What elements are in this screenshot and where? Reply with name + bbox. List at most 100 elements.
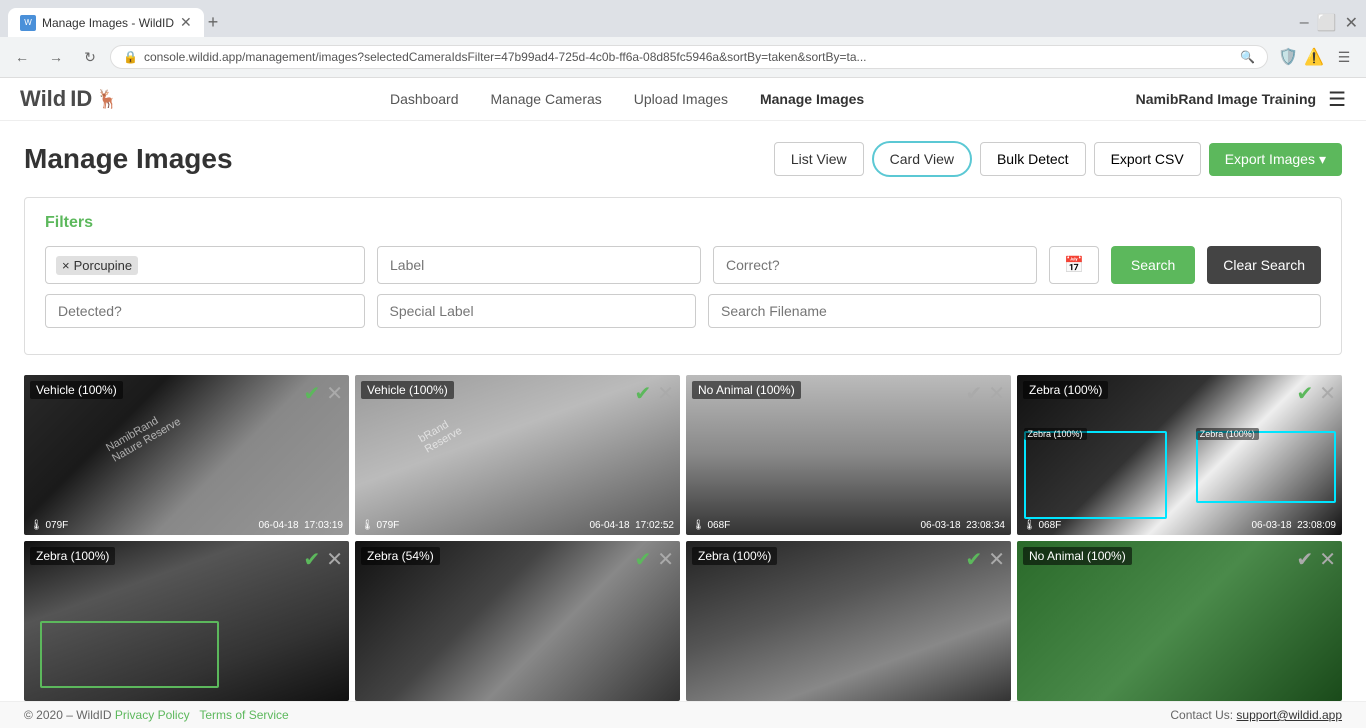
card-meta: 🌡 079F 06-04-18 17:03:19 (24, 520, 349, 531)
extension-icon-2: ⚠️ (1304, 47, 1324, 67)
export-csv-button[interactable]: Export CSV (1094, 142, 1201, 176)
maximize-button[interactable]: ⬜ (1317, 13, 1337, 33)
card-actions: ✔ ✕ (634, 381, 674, 406)
forward-button[interactable]: → (42, 43, 70, 71)
view-controls: List View Card View Bulk Detect Export C… (774, 141, 1342, 177)
copyright-text: © 2020 – WildID (24, 708, 112, 722)
confirm-icon[interactable]: ✔ (965, 381, 982, 406)
list-view-button[interactable]: List View (774, 142, 864, 176)
reject-icon[interactable]: ✕ (988, 381, 1005, 406)
terms-of-service-link[interactable]: Terms of Service (199, 708, 288, 722)
label-filter-input[interactable] (377, 246, 701, 284)
reject-icon[interactable]: ✕ (326, 547, 343, 572)
card-meta: 🌡 068F 06-03-18 23:08:09 (1017, 520, 1342, 531)
close-button[interactable]: ✕ (1345, 13, 1358, 33)
logo-icon: 🦌 (96, 89, 118, 110)
confirm-icon[interactable]: ✔ (303, 547, 320, 572)
image-card[interactable]: Zebra (54%) ✔ ✕ (355, 541, 680, 701)
logo[interactable]: WildID 🦌 (20, 86, 119, 112)
card-detection-label: No Animal (100%) (692, 381, 801, 399)
nav-dashboard[interactable]: Dashboard (390, 87, 459, 111)
image-card[interactable]: No Animal (100%) ✔ ✕ 🌡 068F 06-03-18 23:… (686, 375, 1011, 535)
card-actions: ✔ ✕ (634, 547, 674, 572)
back-button[interactable]: ← (8, 43, 36, 71)
org-name: NamibRand Image Training (1136, 91, 1316, 107)
date-filter-button[interactable]: 📅 (1049, 246, 1099, 284)
filters-title: Filters (45, 214, 1321, 232)
reject-icon[interactable]: ✕ (657, 547, 674, 572)
contact-label: Contact Us: (1170, 708, 1233, 722)
reject-icon[interactable]: ✕ (326, 381, 343, 406)
browser-chrome: W Manage Images - WildID ✕ + – ⬜ ✕ ← → ↻… (0, 0, 1366, 78)
export-images-button[interactable]: Export Images ▾ (1209, 143, 1342, 176)
reject-icon[interactable]: ✕ (1319, 547, 1336, 572)
confirm-icon[interactable]: ✔ (1296, 547, 1313, 572)
app-footer: © 2020 – WildID Privacy Policy Terms of … (0, 701, 1366, 728)
app-header: WildID 🦌 Dashboard Manage Cameras Upload… (0, 78, 1366, 121)
reject-icon[interactable]: ✕ (657, 381, 674, 406)
card-actions: ✔ ✕ (1296, 547, 1336, 572)
url-text: console.wildid.app/management/images?sel… (144, 50, 1234, 64)
clear-search-button[interactable]: Clear Search (1207, 246, 1321, 284)
card-detection-label: Zebra (100%) (1023, 381, 1108, 399)
contact-email[interactable]: support@wildid.app (1236, 708, 1342, 722)
nav-manage-images[interactable]: Manage Images (760, 87, 864, 111)
image-card[interactable]: Zebra (100%) ✔ ✕ (686, 541, 1011, 701)
header-right: NamibRand Image Training ☰ (1136, 87, 1346, 112)
card-datetime: 06-03-18 23:08:34 (920, 520, 1005, 531)
special-label-filter-input[interactable] (377, 294, 697, 328)
confirm-icon[interactable]: ✔ (634, 381, 651, 406)
card-actions: ✔ ✕ (1296, 381, 1336, 406)
card-view-button[interactable]: Card View (872, 141, 972, 177)
image-card[interactable]: No Animal (100%) ✔ ✕ (1017, 541, 1342, 701)
correct-filter-input[interactable] (713, 246, 1037, 284)
detected-filter-input[interactable] (45, 294, 365, 328)
tag-label: Porcupine (74, 258, 133, 273)
detection-box-2 (1196, 431, 1336, 503)
extension-icon: 🛡️ (1278, 47, 1298, 67)
logo-id: ID (70, 86, 92, 112)
card-datetime: 06-03-18 23:08:09 (1251, 520, 1336, 531)
image-card[interactable]: Zebra (100%) ✔ ✕ (24, 541, 349, 701)
privacy-policy-link[interactable]: Privacy Policy (115, 708, 190, 722)
card-actions: ✔ ✕ (965, 547, 1005, 572)
tab-close-button[interactable]: ✕ (180, 14, 192, 31)
species-filter-input[interactable]: × Porcupine (45, 246, 365, 284)
bulk-detect-button[interactable]: Bulk Detect (980, 142, 1086, 176)
detection-label-1: Zebra (100%) (1024, 428, 1087, 440)
detection-box (40, 621, 219, 688)
image-card[interactable]: Zebra (100%) ✔ ✕ Zebra (100%) Zebra (100… (1017, 375, 1342, 535)
address-bar[interactable]: 🔒 console.wildid.app/management/images?s… (110, 45, 1268, 69)
new-tab-button[interactable]: + (208, 12, 219, 33)
card-temp: 🌡 068F (1023, 520, 1061, 531)
image-watermark: NamibRandNature Reserve (104, 405, 183, 464)
nav-upload-images[interactable]: Upload Images (634, 87, 728, 111)
search-filename-filter-input[interactable] (708, 294, 1321, 328)
confirm-icon[interactable]: ✔ (1296, 381, 1313, 406)
reject-icon[interactable]: ✕ (988, 547, 1005, 572)
browser-menu-button[interactable]: ☰ (1330, 43, 1358, 71)
card-actions: ✔ ✕ (965, 381, 1005, 406)
active-tab[interactable]: W Manage Images - WildID ✕ (8, 8, 204, 37)
card-temp: 🌡 079F (30, 520, 68, 531)
image-card[interactable]: NamibRandNature Reserve Vehicle (100%) ✔… (24, 375, 349, 535)
search-button[interactable]: Search (1111, 246, 1195, 284)
image-card[interactable]: bRandReserve Vehicle (100%) ✔ ✕ 🌡 079F 0… (355, 375, 680, 535)
card-actions: ✔ ✕ (303, 547, 343, 572)
confirm-icon[interactable]: ✔ (965, 547, 982, 572)
confirm-icon[interactable]: ✔ (303, 381, 320, 406)
minimize-button[interactable]: – (1300, 13, 1309, 33)
reject-icon[interactable]: ✕ (1319, 381, 1336, 406)
hamburger-menu-icon[interactable]: ☰ (1328, 87, 1346, 112)
card-detection-label: Vehicle (100%) (361, 381, 454, 399)
nav-manage-cameras[interactable]: Manage Cameras (491, 87, 602, 111)
search-icon: 🔍 (1240, 50, 1255, 64)
refresh-button[interactable]: ↻ (76, 43, 104, 71)
tag-x[interactable]: × (62, 258, 70, 273)
page-title: Manage Images (24, 143, 233, 175)
card-datetime: 06-04-18 17:02:52 (589, 520, 674, 531)
image-grid: NamibRandNature Reserve Vehicle (100%) ✔… (24, 375, 1342, 701)
card-detection-label: Vehicle (100%) (30, 381, 123, 399)
card-temp: 🌡 068F (692, 520, 730, 531)
confirm-icon[interactable]: ✔ (634, 547, 651, 572)
